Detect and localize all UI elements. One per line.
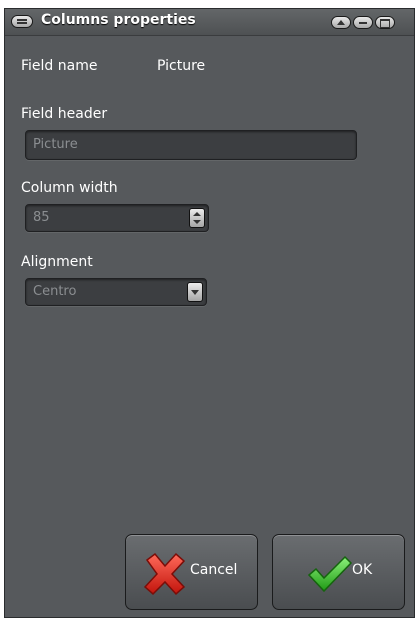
minimize-button[interactable] — [353, 16, 373, 29]
ok-label: OK — [352, 562, 373, 578]
alignment-value: Centro — [33, 284, 77, 299]
field-header-input[interactable]: Picture — [25, 130, 357, 160]
ok-button[interactable]: OK — [272, 534, 405, 610]
field-name-label: Field name — [21, 58, 98, 74]
column-width-label: Column width — [21, 180, 118, 196]
field-name-value: Picture — [157, 58, 206, 74]
cancel-button[interactable]: Cancel — [125, 534, 258, 610]
columns-properties-dialog: Columns properties Field name Picture Fi… — [4, 8, 415, 618]
alignment-select[interactable]: Centro — [25, 278, 207, 306]
column-width-stepper[interactable]: 85 — [25, 204, 209, 232]
title-bar[interactable]: Columns properties — [5, 9, 414, 36]
field-header-label: Field header — [21, 106, 108, 122]
chevron-down-icon[interactable] — [187, 282, 203, 302]
window-menu-icon[interactable] — [11, 15, 33, 28]
window-title: Columns properties — [41, 12, 196, 28]
spinner-arrows-icon[interactable] — [189, 208, 205, 228]
restore-button[interactable] — [375, 16, 395, 29]
red-x-icon — [143, 552, 186, 596]
maximize-button[interactable] — [331, 16, 351, 29]
column-width-value: 85 — [33, 210, 50, 225]
green-check-icon — [307, 555, 353, 593]
alignment-label: Alignment — [21, 254, 93, 270]
cancel-label: Cancel — [190, 562, 238, 578]
